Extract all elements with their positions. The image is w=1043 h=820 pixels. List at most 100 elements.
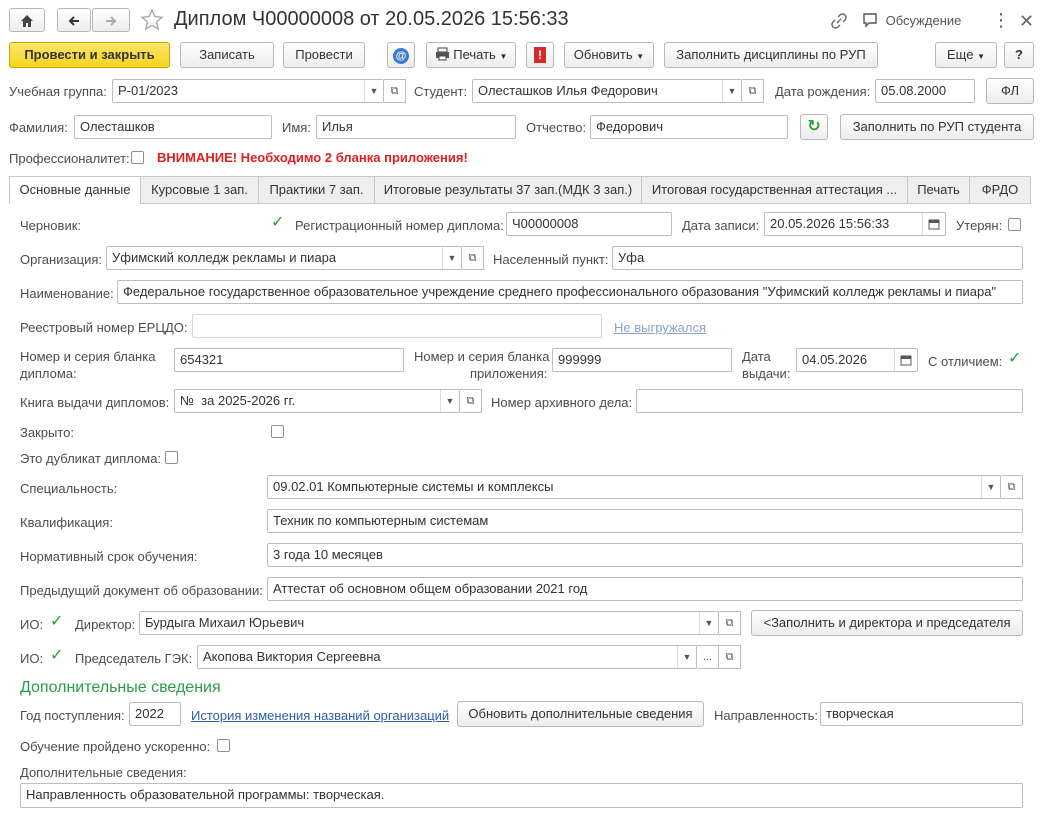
ercdo-field[interactable] [192, 314, 602, 338]
tab-attestation[interactable]: Итоговая государственная аттестация ... [641, 176, 908, 203]
chevron-down-icon: ▼ [636, 52, 645, 61]
open-icon[interactable]: ⧉ [719, 645, 741, 669]
book-label: Книга выдачи дипломов: [20, 395, 170, 410]
issue-label-2: выдачи: [742, 366, 791, 381]
tab-practices[interactable]: Практики 7 зап. [258, 176, 375, 203]
post-button[interactable]: Провести [283, 42, 365, 68]
surname-field[interactable]: Олесташков [74, 115, 272, 139]
fl-button[interactable]: ФЛ [986, 78, 1034, 104]
refresh-button[interactable]: Обновить ▼ [564, 42, 654, 68]
draft-checkbox[interactable]: ✓ [271, 214, 285, 231]
io-chair-checkbox[interactable]: ✓ [50, 647, 64, 664]
help-button[interactable]: ? [1004, 42, 1034, 68]
term-label: Нормативный срок обучения: [20, 549, 198, 564]
tab-main[interactable]: Основные данные [9, 176, 141, 204]
chevron-down-icon[interactable]: ▼ [364, 80, 383, 102]
forward-button[interactable] [92, 8, 130, 32]
patronymic-field[interactable]: Федорович [590, 115, 788, 139]
link-icon[interactable] [830, 12, 848, 30]
birth-date-field[interactable]: 05.08.2000 [875, 79, 975, 103]
fill-director-chair-button[interactable]: <Заполнить и директора и председателя [751, 610, 1023, 636]
tab-print[interactable]: Печать [907, 176, 970, 203]
open-icon[interactable]: ⧉ [384, 79, 406, 103]
org-label: Организация: [20, 252, 103, 267]
history-link[interactable]: История изменения названий организаций [191, 708, 449, 723]
tab-frdo[interactable]: ФРДО [969, 176, 1031, 203]
term-field[interactable]: 3 года 10 месяцев [267, 543, 1023, 567]
qualification-field[interactable]: Техник по компьютерным системам [267, 509, 1023, 533]
name-field[interactable]: Илья [316, 115, 516, 139]
chevron-down-icon[interactable]: ▼ [440, 390, 459, 412]
lost-checkbox[interactable] [1008, 218, 1021, 231]
record-date-field[interactable]: 20.05.2026 15:56:33 [764, 212, 946, 236]
email-button[interactable]: @ [387, 42, 415, 68]
closed-checkbox[interactable] [271, 425, 284, 438]
open-icon[interactable]: ⧉ [462, 246, 484, 270]
more-button[interactable]: Еще ▼ [935, 42, 997, 68]
app-label-2: приложения: [470, 366, 548, 381]
info-field[interactable]: Направленность образовательной программы… [20, 783, 1023, 808]
prof-checkbox[interactable] [131, 151, 144, 164]
duplicate-label: Это дубликат диплома: [20, 451, 162, 466]
blank-number-field[interactable]: 654321 [174, 348, 404, 372]
blank-label-2: диплома: [20, 366, 77, 381]
chevron-down-icon[interactable]: ▼ [981, 476, 1000, 498]
select-more-button[interactable]: ... [697, 645, 719, 669]
tab-courses[interactable]: Курсовые 1 зап. [140, 176, 259, 203]
open-icon[interactable]: ⧉ [1001, 475, 1023, 499]
duplicate-checkbox[interactable] [165, 451, 178, 464]
director-field[interactable]: Бурдыга Михаил Юрьевич ▼ [139, 611, 719, 635]
refresh-fio-button[interactable]: ↻ [800, 114, 828, 140]
update-extra-button[interactable]: Обновить дополнительные сведения [457, 701, 704, 727]
close-icon[interactable]: ✕ [1019, 9, 1034, 33]
fullname-field[interactable]: Федеральное государственное образователь… [117, 280, 1023, 304]
not-uploaded-link[interactable]: Не выгружался [614, 320, 706, 335]
app-number-field[interactable]: 999999 [552, 348, 732, 372]
print-button[interactable]: Печать ▼ [426, 42, 516, 68]
discussion-button[interactable]: Обсуждение [862, 12, 961, 28]
birth-label: Дата рождения: [775, 84, 871, 99]
group-field[interactable]: Р-01/2023 ▼ [112, 79, 384, 103]
alert-button[interactable]: ! [526, 42, 554, 68]
kebab-menu-icon[interactable]: ⋮ [992, 8, 1010, 32]
honors-checkbox[interactable]: ✓ [1008, 351, 1021, 367]
org-field[interactable]: Уфимский колледж рекламы и пиара ▼ [106, 246, 462, 270]
open-icon[interactable]: ⧉ [719, 611, 741, 635]
check-icon: ✓ [50, 647, 64, 664]
open-icon[interactable]: ⧉ [742, 79, 764, 103]
specialty-field[interactable]: 09.02.01 Компьютерные системы и комплекс… [267, 475, 1001, 499]
direction-field[interactable]: творческая [820, 702, 1023, 726]
calendar-icon[interactable] [922, 213, 945, 235]
chevron-down-icon[interactable]: ▼ [722, 80, 741, 102]
window-title: Диплом Ч00000008 от 20.05.2026 15:56:33 [174, 8, 569, 30]
calendar-icon[interactable] [894, 349, 917, 371]
accelerated-checkbox[interactable] [217, 739, 230, 752]
post-and-close-button[interactable]: Провести и закрыть [9, 42, 170, 68]
reg-number-field[interactable]: Ч00000008 [506, 212, 672, 236]
chevron-down-icon[interactable]: ▼ [677, 646, 696, 668]
fill-rup-button[interactable]: Заполнить по РУП студента [840, 114, 1034, 140]
chevron-down-icon[interactable]: ▼ [442, 247, 461, 269]
back-button[interactable] [57, 8, 91, 32]
io-director-checkbox[interactable]: ✓ [50, 614, 63, 630]
io-chair-label: ИО: [20, 651, 44, 666]
fill-disciplines-button[interactable]: Заполнить дисциплины по РУП [664, 42, 878, 68]
archive-field[interactable] [636, 389, 1023, 413]
qualification-label: Квалификация: [20, 515, 113, 530]
city-field[interactable]: Уфа [612, 246, 1023, 270]
tab-results[interactable]: Итоговые результаты 37 зап.(МДК 3 зап.) [374, 176, 642, 203]
prev-doc-field[interactable]: Аттестат об основном общем образовании 2… [267, 577, 1023, 601]
home-button[interactable] [9, 8, 45, 32]
book-field[interactable]: № за 2025-2026 гг. ▼ [174, 389, 460, 413]
open-icon[interactable]: ⧉ [460, 389, 482, 413]
issue-date-field[interactable]: 04.05.2026 [796, 348, 918, 372]
chair-field[interactable]: Акопова Виктория Сергеевна ▼ [197, 645, 697, 669]
write-button[interactable]: Записать [180, 42, 274, 68]
home-icon [21, 15, 33, 27]
star-icon[interactable] [140, 8, 164, 32]
chevron-down-icon[interactable]: ▼ [699, 612, 718, 634]
fullname-label: Наименование: [20, 286, 114, 301]
year-field[interactable]: 2022 [129, 702, 181, 726]
student-field[interactable]: Олесташков Илья Федорович ▼ [472, 79, 742, 103]
check-icon: ✓ [271, 214, 285, 231]
